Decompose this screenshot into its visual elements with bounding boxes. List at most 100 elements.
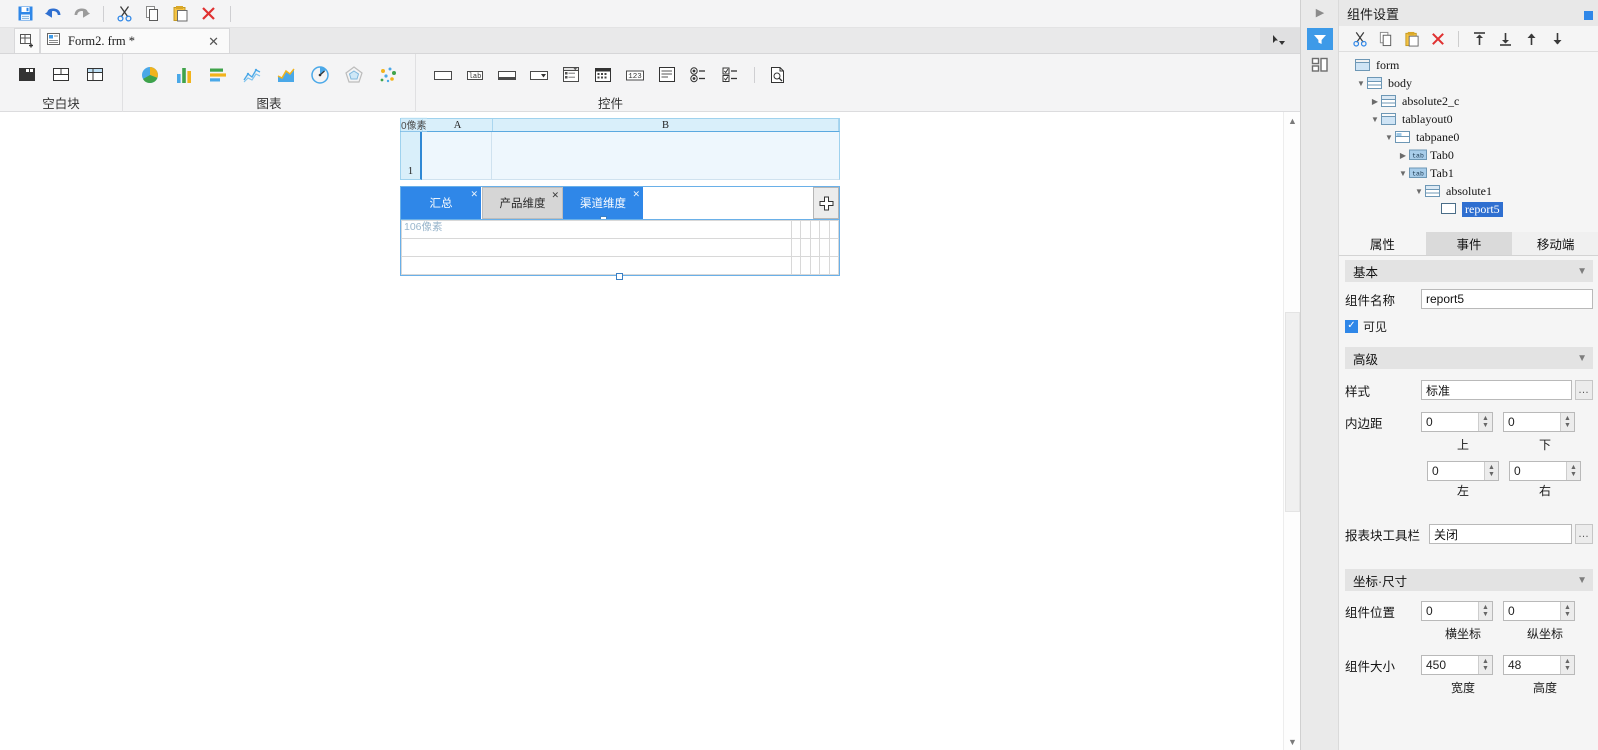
position-x-stepper[interactable]: 0 ▲ ▼ — [1421, 601, 1493, 621]
paste-button[interactable] — [167, 2, 193, 26]
report-cell[interactable] — [819, 220, 830, 239]
move-down-button[interactable] — [1546, 28, 1568, 50]
report-cell[interactable] — [791, 238, 802, 257]
radar-chart-icon[interactable] — [343, 64, 365, 86]
label-control-icon[interactable]: lab — [464, 64, 486, 86]
bubble-chart-icon[interactable] — [377, 64, 399, 86]
column-header-a[interactable]: A — [423, 119, 493, 131]
chevron-down-icon-basic[interactable]: ▼ — [1577, 266, 1587, 277]
close-icon-tab-product[interactable]: ✕ — [551, 190, 559, 201]
sheet-cell-b1[interactable] — [492, 132, 840, 180]
block-solid-icon[interactable] — [16, 64, 38, 86]
add-tab-button[interactable] — [813, 187, 839, 219]
report-cell[interactable] — [809, 256, 821, 275]
horizontal-bar-chart-icon[interactable] — [207, 64, 229, 86]
layout-panel-button[interactable] — [1307, 54, 1333, 76]
close-icon-tab-summary[interactable]: ✕ — [470, 189, 478, 200]
combobox-control-icon[interactable] — [528, 64, 550, 86]
move-up-button[interactable] — [1520, 28, 1542, 50]
tree-node-absolute2-c[interactable]: ▶ absolute2_c — [1339, 92, 1598, 110]
tree-node-tablayout0[interactable]: ▼ tablayout0 — [1339, 110, 1598, 128]
report-cell[interactable] — [791, 256, 802, 275]
undo-button[interactable] — [40, 2, 66, 26]
scroll-up-arrow-icon[interactable]: ▲ — [1284, 112, 1301, 129]
panel-expander-button[interactable]: ▶ — [1301, 0, 1339, 24]
tree-delete-button[interactable] — [1427, 28, 1449, 50]
stepper-arrows-icon[interactable]: ▲ ▼ — [1478, 656, 1492, 674]
tab-channel-dimension[interactable]: 渠道维度 ✕ — [563, 187, 644, 223]
filter-panel-button[interactable] — [1306, 28, 1333, 50]
pie-chart-icon[interactable] — [139, 64, 161, 86]
copy-button[interactable] — [139, 2, 165, 26]
tree-copy-button[interactable] — [1375, 28, 1397, 50]
design-canvas[interactable]: A B 0像素 1 汇总 ✕ 产品维度 ✕ 渠道维度 ✕ 106像素 — [0, 112, 1300, 750]
report-cell[interactable] — [400, 256, 793, 275]
tree-node-tabpane0[interactable]: ▼ tabpane0 — [1339, 128, 1598, 146]
stepper-arrows-icon[interactable]: ▲ ▼ — [1478, 602, 1492, 620]
report-cell[interactable] — [809, 238, 821, 257]
size-height-stepper[interactable]: 48 ▲ ▼ — [1503, 655, 1575, 675]
tab-events[interactable]: 事件 — [1425, 232, 1513, 255]
padding-right-stepper[interactable]: 0 ▲ ▼ — [1509, 461, 1581, 481]
tree-twisty[interactable]: ▼ — [1397, 169, 1409, 178]
tablayout-component[interactable]: 汇总 ✕ 产品维度 ✕ 渠道维度 ✕ 106像素 — [400, 186, 840, 280]
delete-button[interactable] — [195, 2, 221, 26]
report-toolbar-input[interactable]: 关闭 — [1429, 524, 1572, 544]
report-toolbar-more-button[interactable]: … — [1575, 524, 1593, 544]
cursor-dropdown-icon[interactable] — [1260, 28, 1300, 53]
tree-paste-button[interactable] — [1401, 28, 1423, 50]
pin-icon[interactable] — [1584, 8, 1593, 23]
section-advanced-header[interactable]: 高级 ▼ — [1345, 347, 1593, 369]
tree-twisty[interactable]: ▼ — [1355, 79, 1367, 88]
close-icon-tab-channel[interactable]: ✕ — [632, 189, 640, 200]
row-header-1[interactable]: 1 — [400, 132, 422, 180]
tree-twisty[interactable]: ▼ — [1413, 187, 1425, 196]
stepper-arrows-icon[interactable]: ▲ ▼ — [1484, 462, 1498, 480]
tree-twisty[interactable]: ▼ — [1369, 115, 1381, 124]
tab-product-dimension[interactable]: 产品维度 ✕ — [482, 187, 563, 219]
tree-node-form[interactable]: form — [1339, 56, 1598, 74]
tree-node-absolute1[interactable]: ▼ absolute1 — [1339, 182, 1598, 200]
tree-twisty[interactable]: ▼ — [1383, 133, 1395, 142]
textbox-control-icon[interactable] — [432, 64, 454, 86]
chevron-down-icon-advanced[interactable]: ▼ — [1577, 353, 1587, 364]
column-header-b[interactable]: B — [493, 119, 839, 131]
textarea-control-icon[interactable] — [496, 64, 518, 86]
redo-button[interactable] — [68, 2, 94, 26]
gauge-chart-icon[interactable] — [309, 64, 331, 86]
stepper-arrows-icon[interactable]: ▲ ▼ — [1566, 462, 1580, 480]
preview-control-icon[interactable] — [767, 64, 789, 86]
tab-mobile[interactable]: 移动端 — [1512, 232, 1598, 255]
stepper-arrows-icon[interactable]: ▲ ▼ — [1560, 602, 1574, 620]
block-split-grid-icon[interactable] — [84, 64, 106, 86]
tab-properties[interactable]: 属性 — [1339, 232, 1426, 255]
section-geometry-header[interactable]: 坐标·尺寸 ▼ — [1345, 569, 1593, 591]
section-basic-header[interactable]: 基本 ▼ — [1345, 260, 1593, 282]
component-name-input[interactable]: report5 — [1421, 289, 1593, 309]
report-cell[interactable] — [819, 256, 830, 275]
chevron-down-icon-geometry[interactable]: ▼ — [1577, 575, 1587, 586]
report-cell[interactable] — [828, 220, 840, 239]
padding-top-stepper[interactable]: 0 ▲ ▼ — [1421, 412, 1493, 432]
checkbox-group-control-icon[interactable] — [720, 64, 742, 86]
tab-summary[interactable]: 汇总 ✕ — [401, 187, 482, 219]
grid-plus-icon[interactable] — [14, 28, 40, 53]
treebox-control-icon[interactable] — [560, 64, 582, 86]
move-to-bottom-button[interactable] — [1494, 28, 1516, 50]
tree-twisty[interactable]: ▶ — [1397, 151, 1409, 160]
report-block-grid[interactable]: 106像素 — [400, 219, 840, 275]
line-chart-icon[interactable] — [241, 64, 263, 86]
report-cell[interactable] — [800, 256, 811, 275]
style-more-button[interactable]: … — [1575, 380, 1593, 400]
size-width-stepper[interactable]: 450 ▲ ▼ — [1421, 655, 1493, 675]
scrollbar-thumb[interactable] — [1285, 312, 1300, 512]
position-y-stepper[interactable]: 0 ▲ ▼ — [1503, 601, 1575, 621]
canvas-vertical-scrollbar[interactable]: ▲ ▼ — [1283, 112, 1300, 750]
block-split-horizontal-icon[interactable] — [50, 64, 72, 86]
report-cell[interactable] — [791, 220, 802, 239]
padding-left-stepper[interactable]: 0 ▲ ▼ — [1427, 461, 1499, 481]
stepper-arrows-icon[interactable]: ▲ ▼ — [1560, 413, 1574, 431]
report-cell[interactable] — [400, 238, 793, 257]
report-cell[interactable] — [800, 220, 811, 239]
padding-bottom-stepper[interactable]: 0 ▲ ▼ — [1503, 412, 1575, 432]
